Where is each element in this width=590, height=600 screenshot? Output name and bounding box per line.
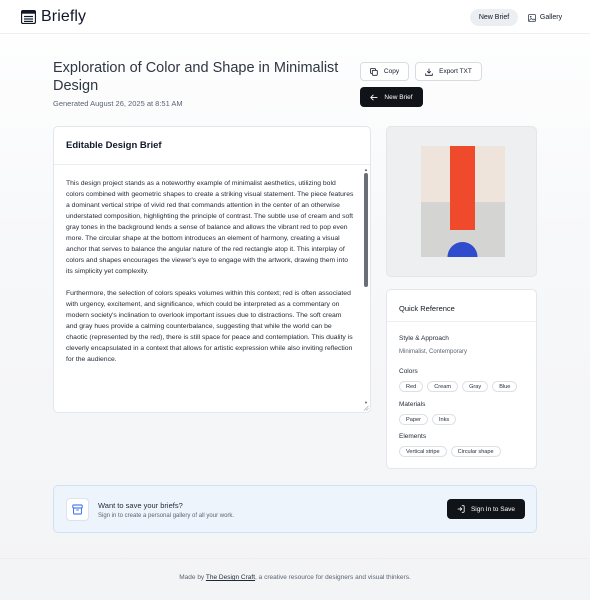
quick-reference-title: Quick Reference xyxy=(399,304,455,313)
footer-divider xyxy=(0,558,590,559)
save-briefs-banner: Want to save your briefs? Sign in to cre… xyxy=(53,485,537,533)
list-document-icon xyxy=(21,10,36,24)
copy-button[interactable]: Copy xyxy=(360,62,409,81)
element-tag: Vertical stripe xyxy=(399,446,447,457)
artwork-image xyxy=(421,146,505,257)
divider xyxy=(387,321,536,322)
generated-timestamp: Generated August 26, 2025 at 8:51 AM xyxy=(53,99,183,108)
color-tag: Blue xyxy=(492,381,518,392)
materials-label: Materials xyxy=(399,401,426,408)
brief-paragraph: Furthermore, the selection of colors spe… xyxy=(66,290,353,363)
brief-textarea[interactable]: This design project stands as a notewort… xyxy=(54,165,370,412)
brand[interactable]: Briefly xyxy=(21,8,86,26)
nav-new-brief-label: New Brief xyxy=(478,14,510,21)
archive-icon xyxy=(72,504,83,515)
artwork-preview xyxy=(386,126,537,277)
color-tag: Red xyxy=(399,381,424,392)
style-value: Minimalist, Contemporary xyxy=(399,349,468,355)
elements-tags: Vertical stripe Circular shape xyxy=(399,446,501,457)
sign-in-label: Sign In to Save xyxy=(470,505,516,513)
scroll-up-arrow[interactable]: ▲ xyxy=(364,167,368,172)
style-label: Style & Approach xyxy=(399,335,449,342)
color-tag: Gray xyxy=(462,381,489,392)
page-title: Exploration of Color and Shape in Minima… xyxy=(53,60,339,94)
material-tag: Inks xyxy=(431,414,457,425)
nav-gallery-button[interactable]: Gallery xyxy=(523,9,567,26)
colors-label: Colors xyxy=(399,368,418,375)
copy-label: Copy xyxy=(383,68,400,75)
new-brief-label: New Brief xyxy=(384,93,413,101)
new-brief-button[interactable]: New Brief xyxy=(360,87,423,107)
nav-gallery-label: Gallery xyxy=(539,14,563,21)
download-icon xyxy=(425,68,433,76)
brand-name: Briefly xyxy=(41,8,87,25)
element-tag: Circular shape xyxy=(450,446,501,457)
footer-suffix: , a creative resource for designers and … xyxy=(255,574,411,581)
export-txt-button[interactable]: Export TXT xyxy=(415,62,482,81)
elements-label: Elements xyxy=(399,433,427,440)
editor-heading: Editable Design Brief xyxy=(54,127,370,165)
color-tag: Cream xyxy=(427,381,459,392)
gallery-icon xyxy=(528,13,536,22)
export-label: Export TXT xyxy=(439,68,472,75)
sign-in-icon xyxy=(457,505,465,513)
sign-in-to-save-button[interactable]: Sign In to Save xyxy=(447,499,525,519)
nav-new-brief-button[interactable]: New Brief xyxy=(470,9,518,26)
brief-paragraph: This design project stands as a notewort… xyxy=(66,180,354,275)
footer-prefix: Made by xyxy=(179,574,205,581)
top-bar: Briefly New Brief Gallery xyxy=(0,0,590,34)
footer: Made by The Design Craft, a creative res… xyxy=(0,574,590,581)
colors-tags: Red Cream Gray Blue xyxy=(399,381,518,392)
quick-reference-panel: Quick Reference Style & Approach Minimal… xyxy=(386,289,537,469)
copy-icon xyxy=(370,67,378,76)
design-craft-link[interactable]: The Design Craft xyxy=(206,574,255,581)
arrow-left-icon xyxy=(370,93,378,101)
scrollbar-thumb[interactable] xyxy=(364,173,368,287)
material-tag: Paper xyxy=(399,414,428,425)
save-banner-title: Want to save your briefs? xyxy=(98,501,183,510)
resize-handle-icon[interactable] xyxy=(363,405,369,411)
materials-tags: Paper Inks xyxy=(399,414,457,425)
save-banner-subtitle: Sign in to create a personal gallery of … xyxy=(98,513,235,519)
archive-icon-box xyxy=(66,498,89,521)
design-brief-editor: Editable Design Brief This design projec… xyxy=(53,126,371,413)
